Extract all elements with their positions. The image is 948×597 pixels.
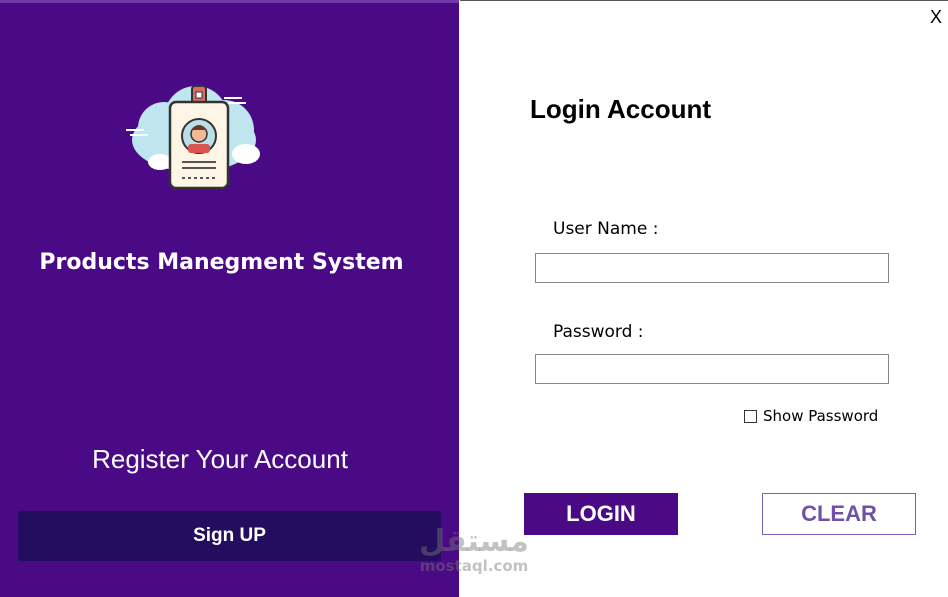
top-strip bbox=[0, 0, 459, 3]
watermark-latin: mostaql.com bbox=[419, 557, 529, 575]
watermark-arabic: مستقل bbox=[419, 524, 529, 559]
show-password-checkbox[interactable] bbox=[744, 409, 757, 423]
show-password-label: Show Password bbox=[763, 407, 879, 425]
register-text: Register Your Account bbox=[92, 444, 348, 474]
username-input[interactable] bbox=[535, 253, 889, 283]
password-input[interactable] bbox=[535, 354, 889, 384]
id-badge-icon bbox=[126, 85, 260, 190]
signup-button[interactable]: Sign UP bbox=[18, 511, 441, 561]
left-panel: Products Manegment System Register Your … bbox=[0, 0, 459, 597]
username-label: User Name : bbox=[553, 219, 659, 239]
close-button[interactable]: X bbox=[930, 7, 942, 28]
clear-button[interactable]: CLEAR bbox=[762, 493, 916, 535]
login-button[interactable]: LOGIN bbox=[524, 493, 678, 535]
show-password-toggle[interactable]: Show Password bbox=[744, 407, 878, 425]
watermark: مستقل mostaql.com bbox=[414, 524, 534, 576]
password-label: Password : bbox=[553, 322, 644, 342]
app-title: Products Manegment System bbox=[39, 250, 404, 275]
login-title: Login Account bbox=[530, 94, 712, 124]
